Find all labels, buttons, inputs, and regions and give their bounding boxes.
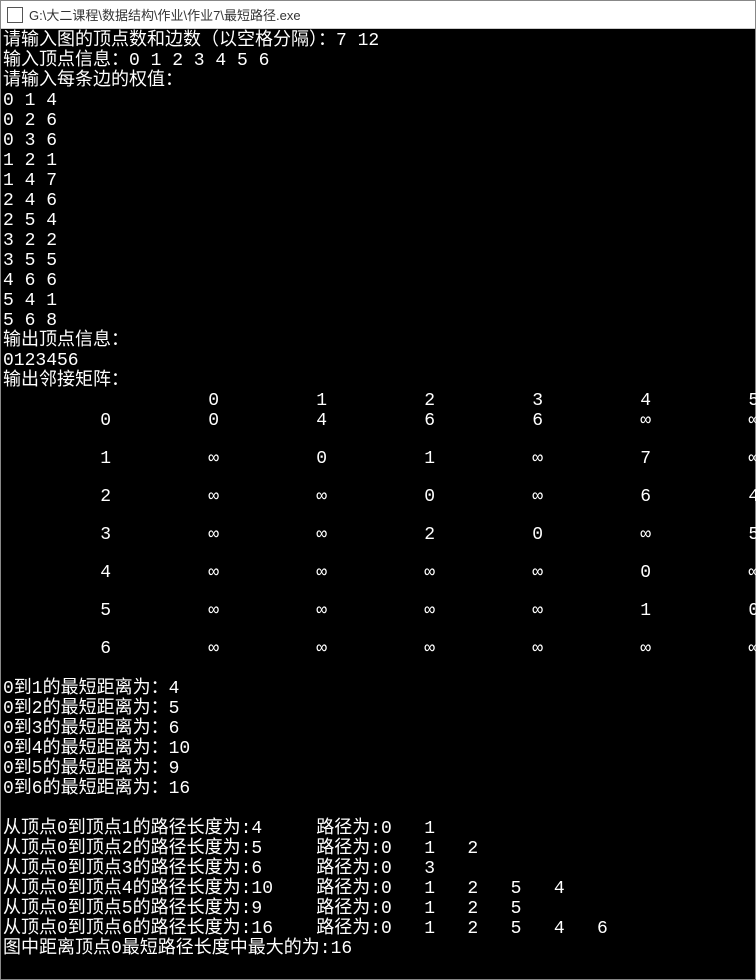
console-line: 3 2 2	[3, 231, 753, 251]
console-line: 请输入图的顶点数和边数（以空格分隔）：7 12	[3, 31, 753, 51]
console-line: 6 ∞ ∞ ∞ ∞ ∞ ∞ 0	[3, 639, 753, 659]
console-line: 请输入每条边的权值：	[3, 71, 753, 91]
console-line: 5 4 1	[3, 291, 753, 311]
console-line: 2 ∞ ∞ 0 ∞ 6 4 ∞	[3, 487, 753, 507]
console-line: 0到4的最短距离为：10	[3, 739, 753, 759]
console-line: 从顶点0到顶点1的路径长度为:4 路径为:0 1	[3, 819, 753, 839]
console-line: 1 2 1	[3, 151, 753, 171]
console-line: 5 ∞ ∞ ∞ ∞ 1 0 8	[3, 601, 753, 621]
console-line: 0 1 2 3 4 5 6	[3, 391, 753, 411]
window-title: G:\大二课程\数据结构\作业\作业7\最短路径.exe	[29, 5, 301, 24]
console-line: 0到5的最短距离为：9	[3, 759, 753, 779]
console-line: 3 ∞ ∞ 2 0 ∞ 5 ∞	[3, 525, 753, 545]
console-line: 0 0 4 6 6 ∞ ∞ ∞	[3, 411, 753, 431]
console-line: 输入顶点信息：0 1 2 3 4 5 6	[3, 51, 753, 71]
titlebar[interactable]: G:\大二课程\数据结构\作业\作业7\最短路径.exe	[1, 1, 755, 29]
console-line: 从顶点0到顶点5的路径长度为:9 路径为:0 1 2 5	[3, 899, 753, 919]
console-line: 5 6 8	[3, 311, 753, 331]
console-output[interactable]: 请输入图的顶点数和边数（以空格分隔）：7 12输入顶点信息：0 1 2 3 4 …	[1, 29, 755, 961]
console-line: 0 2 6	[3, 111, 753, 131]
console-line: 0到1的最短距离为：4	[3, 679, 753, 699]
console-line: 0123456	[3, 351, 753, 371]
console-line: 从顶点0到顶点2的路径长度为:5 路径为:0 1 2	[3, 839, 753, 859]
console-line: 从顶点0到顶点6的路径长度为:16 路径为:0 1 2 5 4 6	[3, 919, 753, 939]
console-line: 输出邻接矩阵：	[3, 371, 753, 391]
console-line: 图中距离顶点0最短路径长度中最大的为:16	[3, 939, 753, 959]
console-line: 3 5 5	[3, 251, 753, 271]
console-line: 从顶点0到顶点3的路径长度为:6 路径为:0 3	[3, 859, 753, 879]
console-line: 0到2的最短距离为：5	[3, 699, 753, 719]
console-line: 0到3的最短距离为：6	[3, 719, 753, 739]
console-line: 2 5 4	[3, 211, 753, 231]
console-line: 1 4 7	[3, 171, 753, 191]
console-line: 0 1 4	[3, 91, 753, 111]
console-line: 输出顶点信息：	[3, 331, 753, 351]
app-icon	[7, 7, 23, 23]
console-line: 1 ∞ 0 1 ∞ 7 ∞ ∞	[3, 449, 753, 469]
console-line: 2 4 6	[3, 191, 753, 211]
console-window: G:\大二课程\数据结构\作业\作业7\最短路径.exe 请输入图的顶点数和边数…	[0, 0, 756, 980]
console-line: 4 ∞ ∞ ∞ ∞ 0 ∞ 6	[3, 563, 753, 583]
console-line: 0 3 6	[3, 131, 753, 151]
console-line: 0到6的最短距离为：16	[3, 779, 753, 799]
console-line: 从顶点0到顶点4的路径长度为:10 路径为:0 1 2 5 4	[3, 879, 753, 899]
console-line: 4 6 6	[3, 271, 753, 291]
